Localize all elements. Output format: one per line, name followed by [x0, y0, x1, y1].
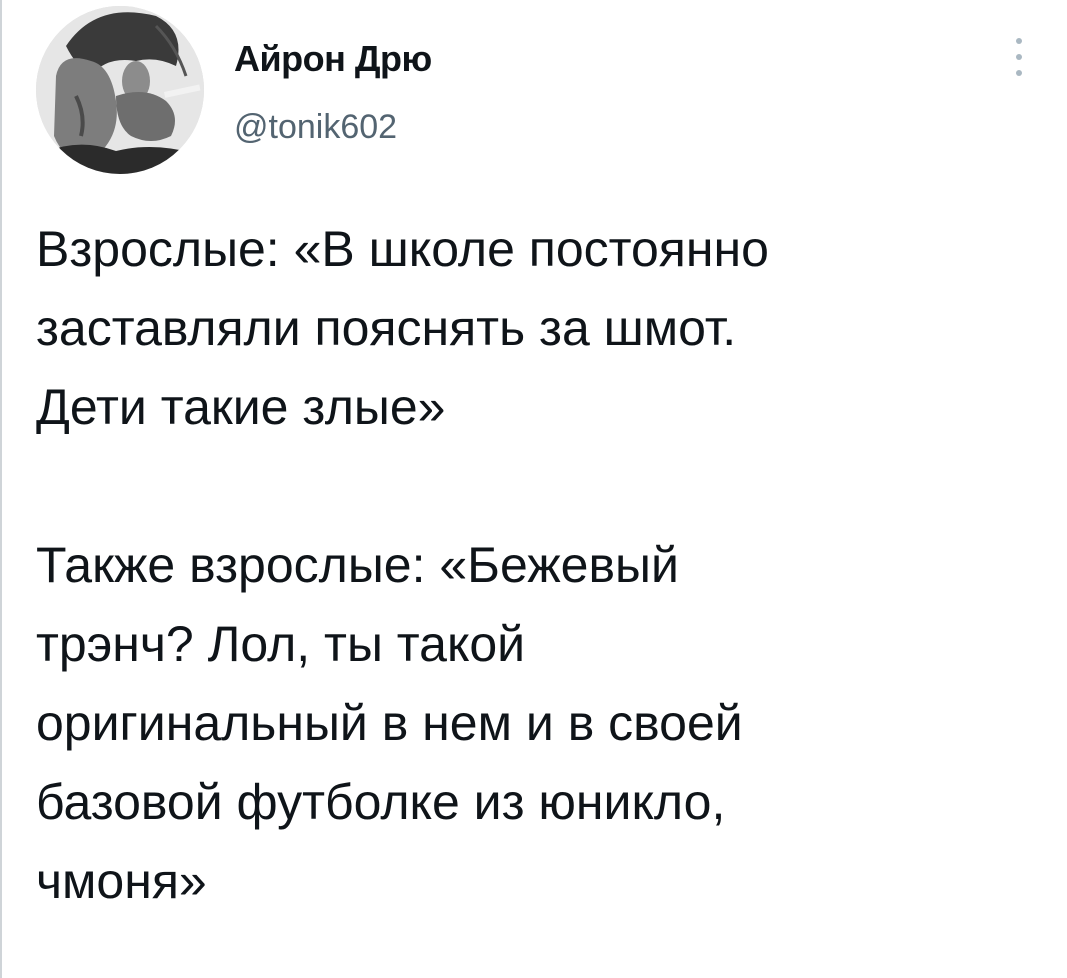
menu-dot: [1016, 38, 1022, 44]
menu-dot: [1016, 70, 1022, 76]
tweet-line: оригинальный в нем и в своей: [36, 695, 743, 751]
tweet-paragraph: Взрослые: «В школе постоянно заставляли …: [36, 210, 1046, 447]
user-handle[interactable]: @tonik602: [234, 108, 397, 147]
tweet-paragraph: Также взрослые: «Бежевый трэнч? Лол, ты …: [36, 526, 1046, 921]
tweet-line: Также взрослые: «Бежевый: [36, 537, 679, 593]
more-vertical-icon[interactable]: [1004, 36, 1034, 80]
tweet-line: трэнч? Лол, ты такой: [36, 616, 526, 672]
avatar-photo: [36, 6, 204, 174]
tweet-text: Взрослые: «В школе постоянно заставляли …: [36, 210, 1046, 921]
tweet-line: базовой футболке из юникло,: [36, 774, 726, 830]
left-border: [0, 0, 2, 978]
display-name[interactable]: Айрон Дрю: [234, 38, 432, 80]
menu-dot: [1016, 54, 1022, 60]
tweet-line: Взрослые: «В школе постоянно: [36, 221, 769, 277]
tweet-line: заставляли пояснять за шмот.: [36, 300, 737, 356]
avatar[interactable]: [36, 6, 204, 174]
tweet-line: чмоня»: [36, 853, 207, 909]
tweet-line: Дети такие злые»: [36, 379, 446, 435]
